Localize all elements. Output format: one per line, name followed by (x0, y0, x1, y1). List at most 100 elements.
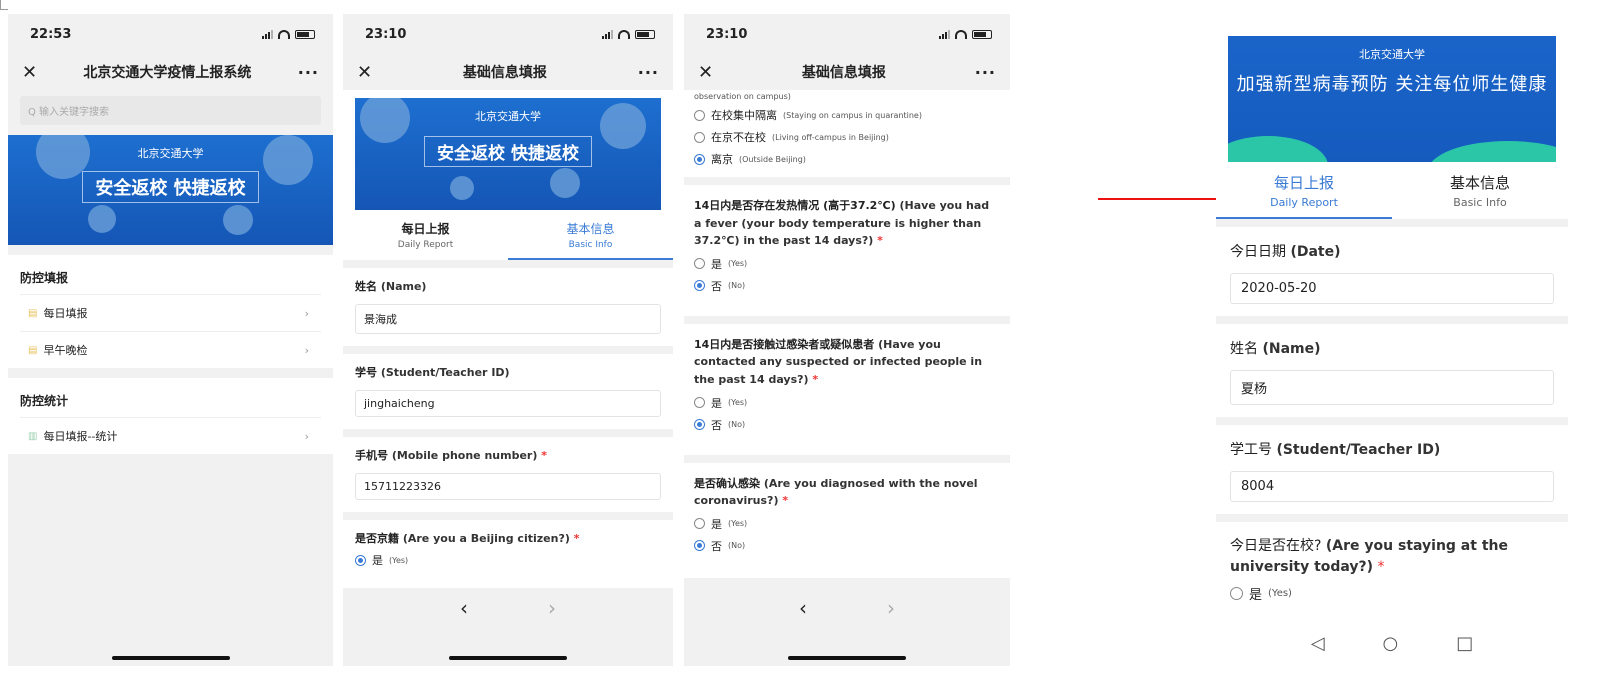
chevron-right-icon: › (304, 429, 309, 443)
recent-square-icon[interactable]: □ (1456, 633, 1473, 654)
home-indicator (788, 656, 906, 660)
tab-bar: 每日上报 Daily Report 基本信息 Basic Info (343, 210, 673, 260)
card-title: 防控统计 (20, 394, 69, 408)
radio-icon (1230, 587, 1243, 600)
report-card: 防控填报 ▤ 每日填报 › ▤ 早午晚检 › (8, 255, 333, 368)
radio-icon (694, 518, 705, 530)
diagnosed-question: 是否确认感染 (Are you diagnosed with the novel… (684, 454, 1010, 578)
banner-logo: 北京交通大学 (1359, 48, 1425, 61)
nav-title: 基础信息填报 (462, 65, 547, 81)
more-icon[interactable]: ··· (638, 63, 659, 82)
nav-bar: ✕ 基础信息填报 ··· (343, 54, 673, 90)
chevron-right-icon: › (304, 306, 309, 320)
fever-question: 14日内是否存在发热情况 (高于37.2℃) (Have you had a f… (684, 177, 1010, 316)
nav-bar: ✕ 北京交通大学疫情上报系统 ··· (8, 54, 333, 90)
chart-icon: ▥ (28, 430, 38, 442)
phone-screen-questions: 23:10 ✕ 基础信息填报 ··· observation on campus… (684, 14, 1010, 666)
phone-screen-basic-info: 23:10 ✕ 基础信息填报 ··· 北京交通大学 安全返校 快捷返校 每日上报… (343, 14, 673, 666)
android-nav-bar: ◁ ○ □ (1216, 628, 1568, 658)
date-input[interactable]: 2020-05-20 (1230, 273, 1554, 304)
search-input[interactable]: Q 输入关键字搜索 (20, 96, 321, 125)
radio-icon (694, 397, 705, 409)
status-icons (939, 29, 992, 39)
signal-icon (262, 29, 273, 39)
radio-yes[interactable]: 是 (Yes) (694, 256, 1000, 272)
corner-mark (0, 0, 8, 10)
radio-checked-icon (694, 280, 705, 292)
id-input[interactable]: 8004 (1230, 471, 1554, 502)
date-field: 今日日期 (Date) 2020-05-20 (1216, 227, 1568, 316)
radio-option[interactable]: 离京 (Outside Beijing) (694, 151, 1000, 167)
tab-basic-info[interactable]: 基本信息 Basic Info (508, 210, 673, 260)
home-indicator (111, 656, 230, 660)
phone-input[interactable]: 15711223326 (355, 473, 661, 500)
id-input[interactable]: jinghaicheng (355, 390, 661, 417)
more-icon[interactable]: ··· (298, 63, 319, 82)
battery-icon (295, 29, 315, 39)
signal-icon (939, 29, 950, 39)
nav-title: 基础信息填报 (801, 65, 886, 81)
more-icon[interactable]: ··· (975, 63, 996, 82)
status-icons (602, 29, 655, 39)
nav-title: 北京交通大学疫情上报系统 (83, 65, 252, 81)
status-time: 23:10 (365, 26, 407, 42)
name-input[interactable]: 景海成 (355, 304, 661, 334)
wifi-icon (955, 29, 967, 39)
stats-card: 防控统计 ▥ 每日填报--统计 › (8, 378, 333, 454)
menu-item-daily-report[interactable]: ▤ 每日填报 › (20, 294, 321, 331)
status-time: 22:53 (30, 26, 72, 42)
radio-option[interactable]: 在校集中隔离 (Staying on campus in quarantine) (694, 107, 1000, 123)
id-field: 学号 (Student/Teacher ID) jinghaicheng (343, 354, 673, 429)
banner-text: 安全返校 快捷返校 (82, 171, 259, 203)
home-indicator (449, 656, 567, 660)
status-bar: 23:10 (343, 14, 673, 54)
tab-daily-report[interactable]: 每日上报 Daily Report (1216, 162, 1392, 219)
tab-daily-report[interactable]: 每日上报 Daily Report (343, 210, 508, 260)
banner-text: 加强新型病毒预防 关注每位师生健康 (1236, 74, 1548, 95)
radio-no[interactable]: 否 (No) (694, 538, 1000, 554)
browser-bottom-bar: ‹ › (343, 588, 673, 666)
phone-screen-home: 22:53 ✕ 北京交通大学疫情上报系统 ··· Q 输入关键字搜索 北京交通大… (8, 14, 333, 666)
banner-text: 安全返校 快捷返校 (424, 136, 592, 167)
wifi-icon (618, 29, 630, 39)
back-triangle-icon[interactable]: ◁ (1311, 633, 1325, 654)
contact-question: 14日内是否接触过感染者或疑似患者 (Have you contacted an… (684, 315, 1010, 455)
tab-basic-info[interactable]: 基本信息 Basic Info (1392, 162, 1568, 219)
status-bar: 23:10 (684, 14, 1010, 54)
close-icon[interactable]: ✕ (698, 62, 713, 83)
tab-bar: 每日上报 Daily Report 基本信息 Basic Info (1216, 162, 1568, 219)
chevron-right-icon: › (304, 343, 309, 357)
banner: 北京交通大学 安全返校 快捷返校 (355, 98, 661, 210)
partial-option-text: observation on campus) (694, 92, 791, 101)
radio-yes[interactable]: 是 (Yes) (694, 395, 1000, 411)
menu-item-stats[interactable]: ▥ 每日填报--统计 › (20, 417, 321, 454)
radio-no[interactable]: 否 (No) (694, 417, 1000, 433)
banner: 北京交通大学 安全返校 快捷返校 (8, 135, 333, 245)
radio-no[interactable]: 否 (No) (694, 278, 1000, 294)
banner: 北京交通大学 加强新型病毒预防 关注每位师生健康 (1228, 36, 1556, 162)
browser-bottom-bar: ‹ › (684, 588, 1010, 666)
radio-icon (694, 131, 705, 143)
name-field: 姓名 (Name) 夏杨 (1216, 324, 1568, 417)
radio-yes[interactable]: 是 (Yes) (694, 516, 1000, 532)
card-title: 防控填报 (20, 271, 69, 285)
name-input[interactable]: 夏杨 (1230, 370, 1554, 405)
radio-yes[interactable]: 是 (Yes) (355, 552, 661, 568)
search-placeholder: Q 输入关键字搜索 (28, 107, 110, 118)
home-circle-icon[interactable]: ○ (1383, 633, 1399, 654)
phone-screen-android: 北京交通大学 加强新型病毒预防 关注每位师生健康 每日上报 Daily Repor… (1216, 22, 1568, 658)
close-icon[interactable]: ✕ (357, 62, 372, 83)
wifi-icon (278, 29, 290, 39)
on-campus-field: 今日是否在校? (Are you staying at the universi… (1216, 522, 1568, 643)
menu-item-checks[interactable]: ▤ 早午晚检 › (20, 331, 321, 368)
radio-checked-icon (355, 554, 366, 566)
id-field: 学工号 (Student/Teacher ID) 8004 (1216, 425, 1568, 514)
radio-option[interactable]: 在京不在校 (Living off-campus in Beijing) (694, 129, 1000, 145)
phone-field: 手机号 (Mobile phone number) * 15711223326 (343, 437, 673, 512)
radio-checked-icon (694, 419, 705, 431)
radio-checked-icon (694, 153, 705, 165)
radio-checked-icon (694, 540, 705, 552)
radio-yes[interactable]: 是 (Yes) (1230, 584, 1554, 603)
name-field: 姓名 (Name) 景海成 (343, 268, 673, 346)
close-icon[interactable]: ✕ (22, 62, 37, 83)
